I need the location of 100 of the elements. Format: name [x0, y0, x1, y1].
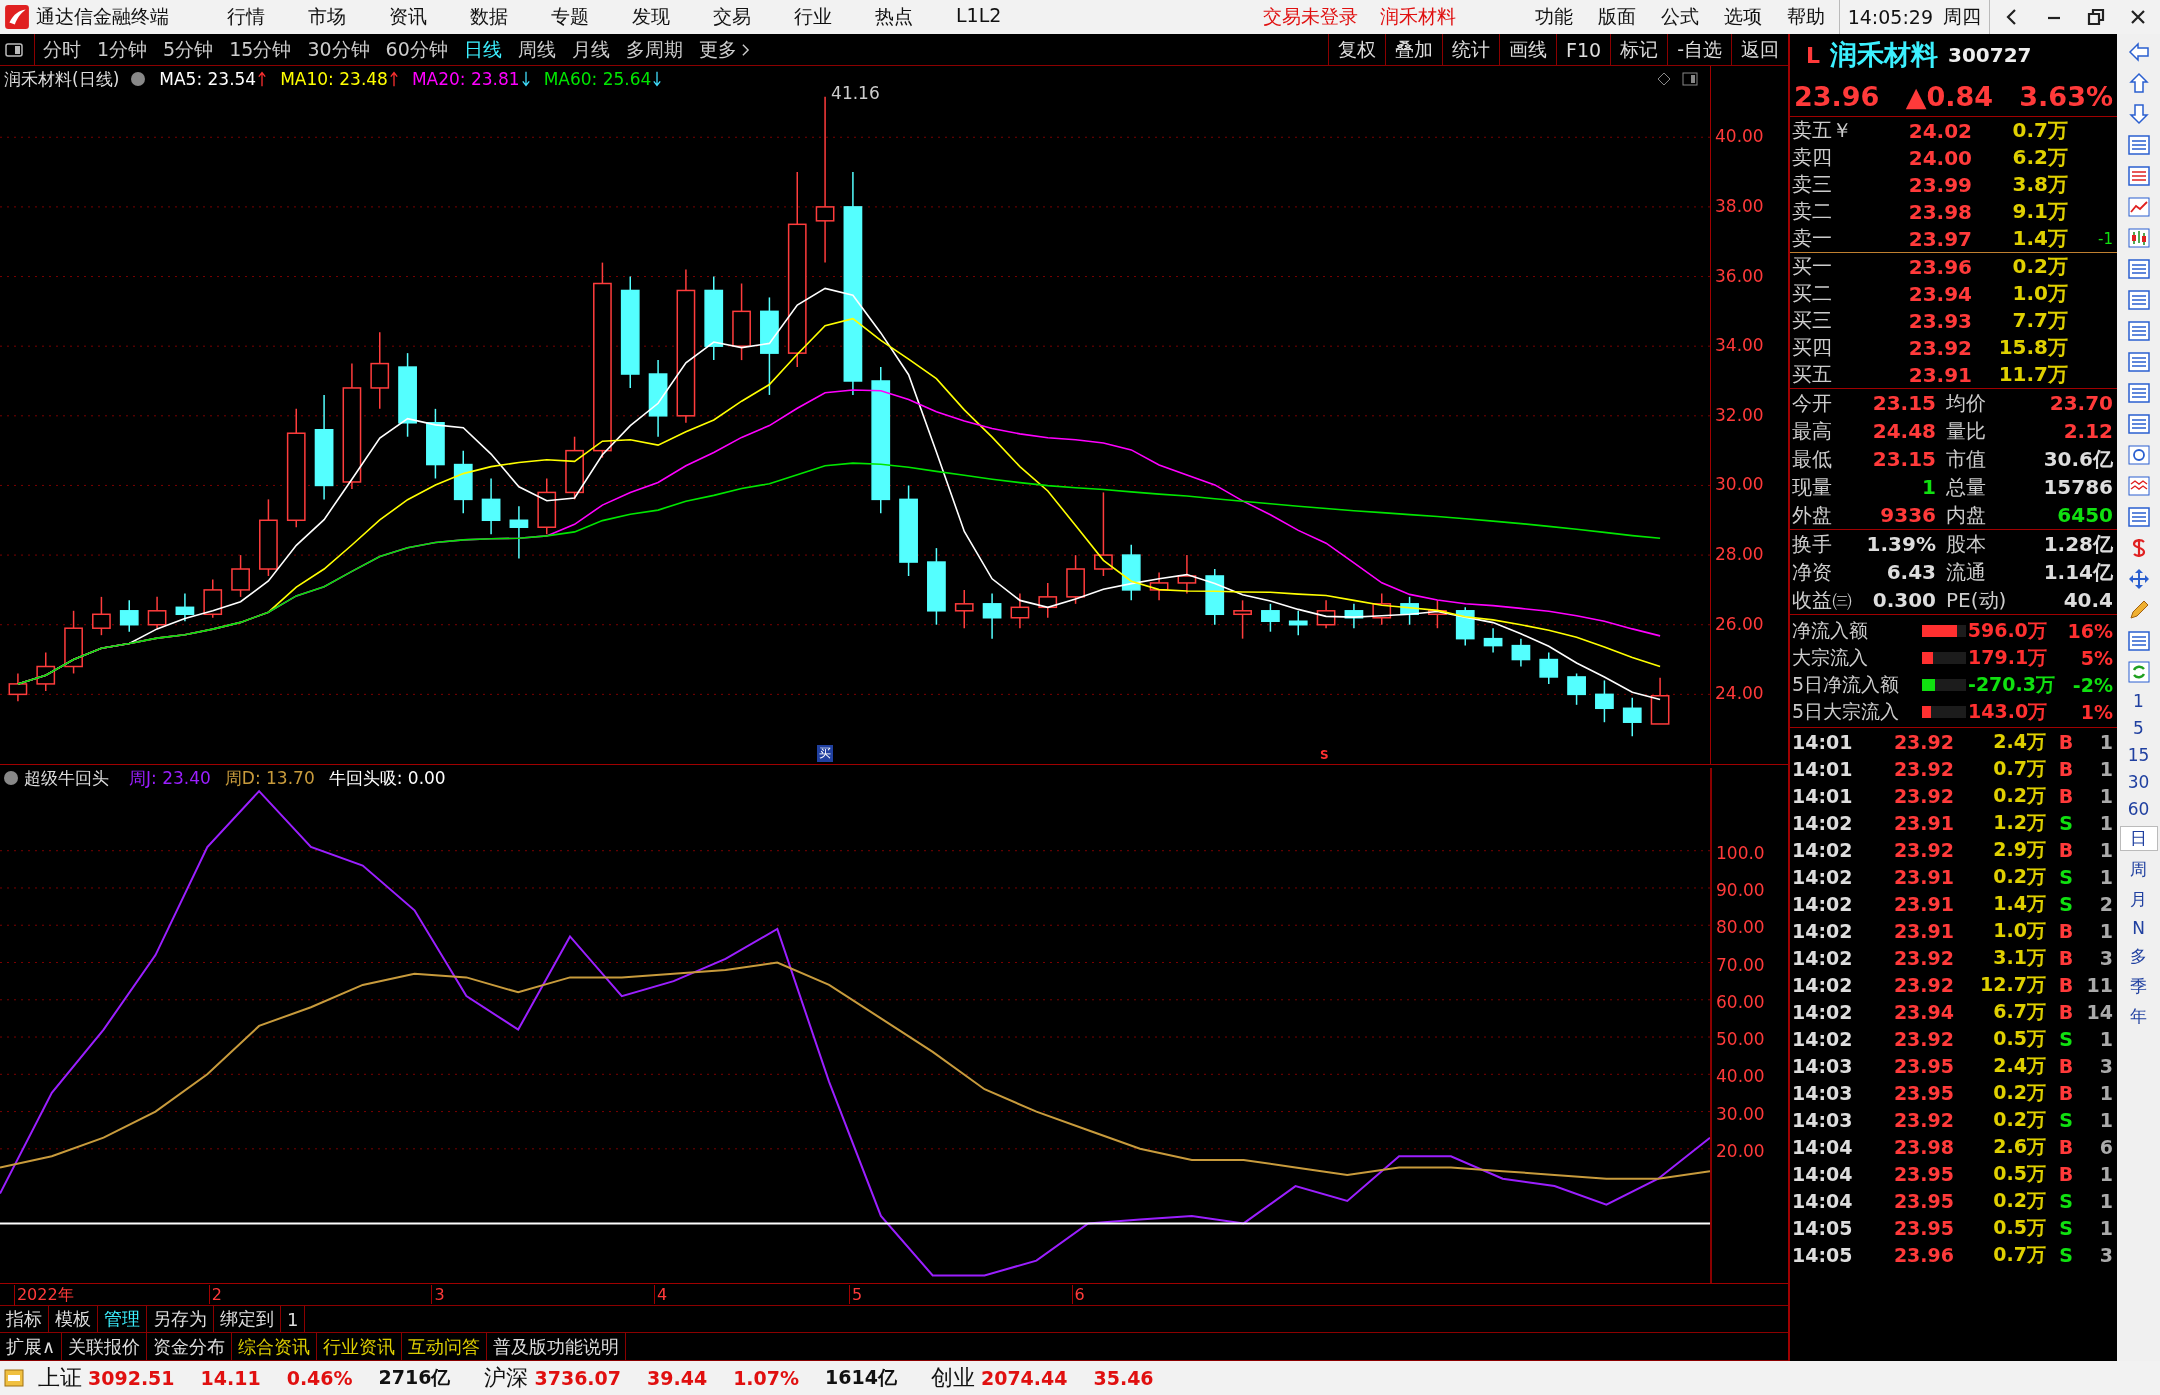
trade-volume: 6.7万 [1992, 998, 2046, 1024]
alert-link[interactable]: 润禾材料 [1380, 4, 1457, 30]
menu-item[interactable]: 帮助 [1786, 4, 1825, 30]
menu-item[interactable]: 交易 [713, 4, 751, 30]
formula-tab[interactable]: 1 [281, 1305, 306, 1333]
trade-count: 1 [2098, 1027, 2114, 1050]
left-arrow-icon[interactable] [2126, 40, 2151, 64]
period-tab[interactable]: 15分钟 [229, 36, 292, 63]
up-arrow-icon[interactable] [2126, 71, 2151, 95]
toolbar-button[interactable]: -自选 [1667, 34, 1731, 65]
info-tab[interactable]: 普及版功能说明 [487, 1333, 627, 1360]
period-button[interactable]: 季 [2120, 975, 2157, 998]
menu-item[interactable]: 资讯 [389, 4, 427, 30]
list-icon[interactable] [2126, 257, 2151, 281]
period-tab[interactable]: 多周期 [625, 36, 683, 63]
period-button[interactable]: 5 [2120, 718, 2157, 738]
menu-item[interactable]: 功能 [1534, 4, 1573, 30]
menu-item[interactable]: 市场 [308, 4, 346, 30]
document-icon[interactable] [2126, 381, 2151, 405]
formula-tab[interactable]: 另存为 [147, 1305, 214, 1333]
panel-toggle-icon[interactable] [1682, 71, 1698, 87]
period-tab[interactable]: 60分钟 [385, 36, 448, 63]
info-tab[interactable]: 资金分布 [147, 1333, 233, 1360]
toolbar-button[interactable]: 叠加 [1385, 34, 1443, 65]
wave-icon[interactable] [2126, 474, 2151, 498]
menu-item[interactable]: 数据 [470, 4, 508, 30]
period-button[interactable]: 30 [2120, 772, 2157, 792]
stat-label: 总量 [1945, 473, 1987, 501]
formula-tab[interactable]: 模板 [49, 1305, 98, 1333]
trade-side: S [2058, 1027, 2074, 1050]
candlestick [1288, 610, 1308, 636]
candlestick-icon[interactable] [2126, 226, 2151, 250]
index-value: 2074.44 [980, 1367, 1068, 1389]
toolbar-button[interactable]: 画线 [1499, 34, 1557, 65]
period-tab[interactable]: 更多 [698, 36, 750, 63]
document-icon[interactable] [2126, 505, 2151, 529]
menu-item[interactable]: 专题 [551, 4, 589, 30]
formula-tab[interactable]: 指标 [0, 1305, 49, 1333]
period-button[interactable]: 年 [2120, 1005, 2157, 1028]
menu-item[interactable]: 热点 [875, 4, 913, 30]
info-tab[interactable]: 互动问答 [402, 1333, 488, 1360]
settings-dot-icon[interactable] [131, 72, 146, 86]
menu-item[interactable]: 行业 [794, 4, 832, 30]
formula-tab[interactable]: 绑定到 [214, 1305, 281, 1333]
period-button[interactable]: 周 [2120, 858, 2157, 881]
period-button[interactable]: 60 [2120, 799, 2157, 819]
axis-label: 40.00 [1715, 126, 1764, 147]
candlestick [954, 589, 974, 629]
period-tab[interactable]: 日线 [463, 36, 502, 63]
indicator-title: 超级牛回头 [24, 766, 109, 790]
period-button[interactable]: 月 [2120, 888, 2157, 911]
toolbar-button[interactable]: F10 [1556, 34, 1611, 65]
trade-volume: 0.2万 [1992, 1079, 2046, 1105]
menu-item[interactable]: 发现 [632, 4, 670, 30]
trade-time: 14:02 [1791, 865, 1854, 888]
period-tab[interactable]: 月线 [571, 36, 610, 63]
document-icon[interactable] [2126, 629, 2151, 653]
info-tab[interactable]: 关联报价 [62, 1333, 148, 1360]
menu-item[interactable]: 公式 [1660, 4, 1699, 30]
period-button[interactable]: N [2120, 918, 2157, 938]
toolbar-button[interactable]: 返回 [1731, 34, 1788, 65]
period-tab[interactable]: 分时 [43, 36, 81, 63]
stat-value: 6.43 [1885, 560, 1936, 584]
formula-tab[interactable]: 管理 [98, 1305, 147, 1333]
down-arrow-icon[interactable] [2126, 102, 2151, 126]
stat-value: 30.6亿 [2042, 445, 2114, 473]
period-tab[interactable]: 周线 [517, 36, 556, 63]
alert-link[interactable]: 交易未登录 [1263, 4, 1359, 30]
toolbar-button[interactable]: 统计 [1442, 34, 1500, 65]
document-icon[interactable] [2126, 350, 2151, 374]
period-tab[interactable]: 1分钟 [97, 36, 148, 63]
period-button[interactable]: 1 [2120, 691, 2157, 711]
refresh-icon[interactable] [2126, 660, 2151, 684]
indicator-legend: 周J: 23.40 [129, 766, 211, 790]
period-tab[interactable]: 30分钟 [307, 36, 370, 63]
menu-item[interactable]: L1L2 [956, 4, 1002, 30]
index-bar-icon[interactable] [4, 1368, 24, 1388]
menu-item[interactable]: 选项 [1723, 4, 1762, 30]
candlestick [1567, 672, 1586, 706]
trade-side: S [2058, 811, 2074, 834]
trade-side: B [2057, 838, 2075, 861]
info-tab[interactable]: 扩展∧ [0, 1333, 63, 1360]
order-price: 23.91 [1907, 362, 1972, 387]
info-tab[interactable]: 综合资讯 [232, 1333, 318, 1360]
info-tab[interactable]: 行业资讯 [317, 1333, 403, 1360]
period-button[interactable]: 15 [2120, 745, 2157, 765]
line-chart-icon[interactable] [2126, 195, 2151, 219]
toolbar-button[interactable]: 标记 [1610, 34, 1668, 65]
menu-item[interactable]: 版面 [1597, 4, 1636, 30]
period-button[interactable]: 日 [2119, 826, 2158, 851]
period-button[interactable]: 多 [2120, 945, 2157, 968]
settings-dot-icon[interactable] [4, 771, 18, 785]
document-icon[interactable] [2126, 288, 2151, 312]
period-tab[interactable]: 5分钟 [163, 36, 214, 63]
diamond-icon[interactable] [1656, 71, 1672, 87]
toolbar-button[interactable]: 复权 [1328, 34, 1386, 65]
order-change: -1 [2097, 229, 2114, 248]
menu-item[interactable]: 行情 [227, 4, 265, 30]
trade-time: 14:05 [1791, 1243, 1854, 1266]
trade-price: 23.92 [1892, 784, 1954, 807]
